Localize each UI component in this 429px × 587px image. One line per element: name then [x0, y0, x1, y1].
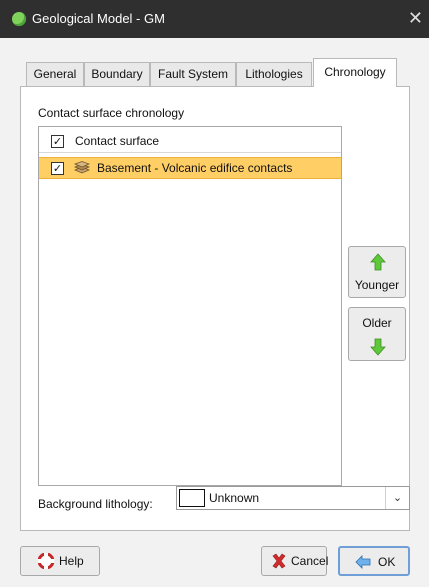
header-checkbox[interactable]: ✓ [51, 135, 64, 148]
background-lithology-label: Background lithology: [38, 497, 153, 511]
title-bar: Geological Model - GM ✕ [0, 0, 429, 38]
arrow-down-icon [370, 338, 386, 356]
younger-label: Younger [354, 278, 400, 292]
ok-button[interactable]: OK [338, 546, 410, 576]
section-label: Contact surface chronology [38, 106, 185, 120]
tab-chronology[interactable]: Chronology [313, 58, 397, 87]
contact-surface-list[interactable]: ✓ Contact surface ✓ Basement - Volcanic … [38, 126, 342, 486]
item-label: Basement - Volcanic edifice contacts [97, 161, 293, 175]
tab-lithologies[interactable]: Lithologies [236, 62, 312, 86]
help-icon [38, 553, 54, 569]
list-header-row: ✓ Contact surface [39, 131, 341, 153]
help-button[interactable]: Help [20, 546, 100, 576]
item-checkbox[interactable]: ✓ [51, 162, 64, 175]
help-label: Help [59, 554, 84, 568]
surface-icon [73, 161, 91, 174]
arrow-up-icon [370, 253, 386, 271]
tab-fault-system[interactable]: Fault System [150, 62, 236, 86]
background-lithology-select[interactable]: Unknown ⌄ [176, 486, 410, 510]
list-item[interactable]: ✓ Basement - Volcanic edifice contacts [39, 157, 341, 179]
background-lithology-value: Unknown [209, 491, 260, 505]
ok-icon [355, 555, 371, 569]
close-icon[interactable]: ✕ [408, 8, 423, 29]
younger-button[interactable]: Younger [348, 246, 406, 298]
list-header-label: Contact surface [75, 134, 160, 148]
ok-label: OK [378, 555, 396, 569]
older-button[interactable]: Older [348, 307, 406, 361]
cancel-label: Cancel [291, 554, 329, 568]
cancel-icon [272, 553, 286, 569]
app-icon [12, 12, 26, 26]
tab-general[interactable]: General [26, 62, 84, 86]
tab-boundary[interactable]: Boundary [84, 62, 150, 86]
window-title: Geological Model - GM [32, 11, 165, 26]
chevron-down-icon[interactable]: ⌄ [385, 487, 409, 509]
lithology-color-swatch [179, 489, 205, 507]
older-label: Older [362, 316, 392, 330]
cancel-button[interactable]: Cancel [261, 546, 329, 576]
